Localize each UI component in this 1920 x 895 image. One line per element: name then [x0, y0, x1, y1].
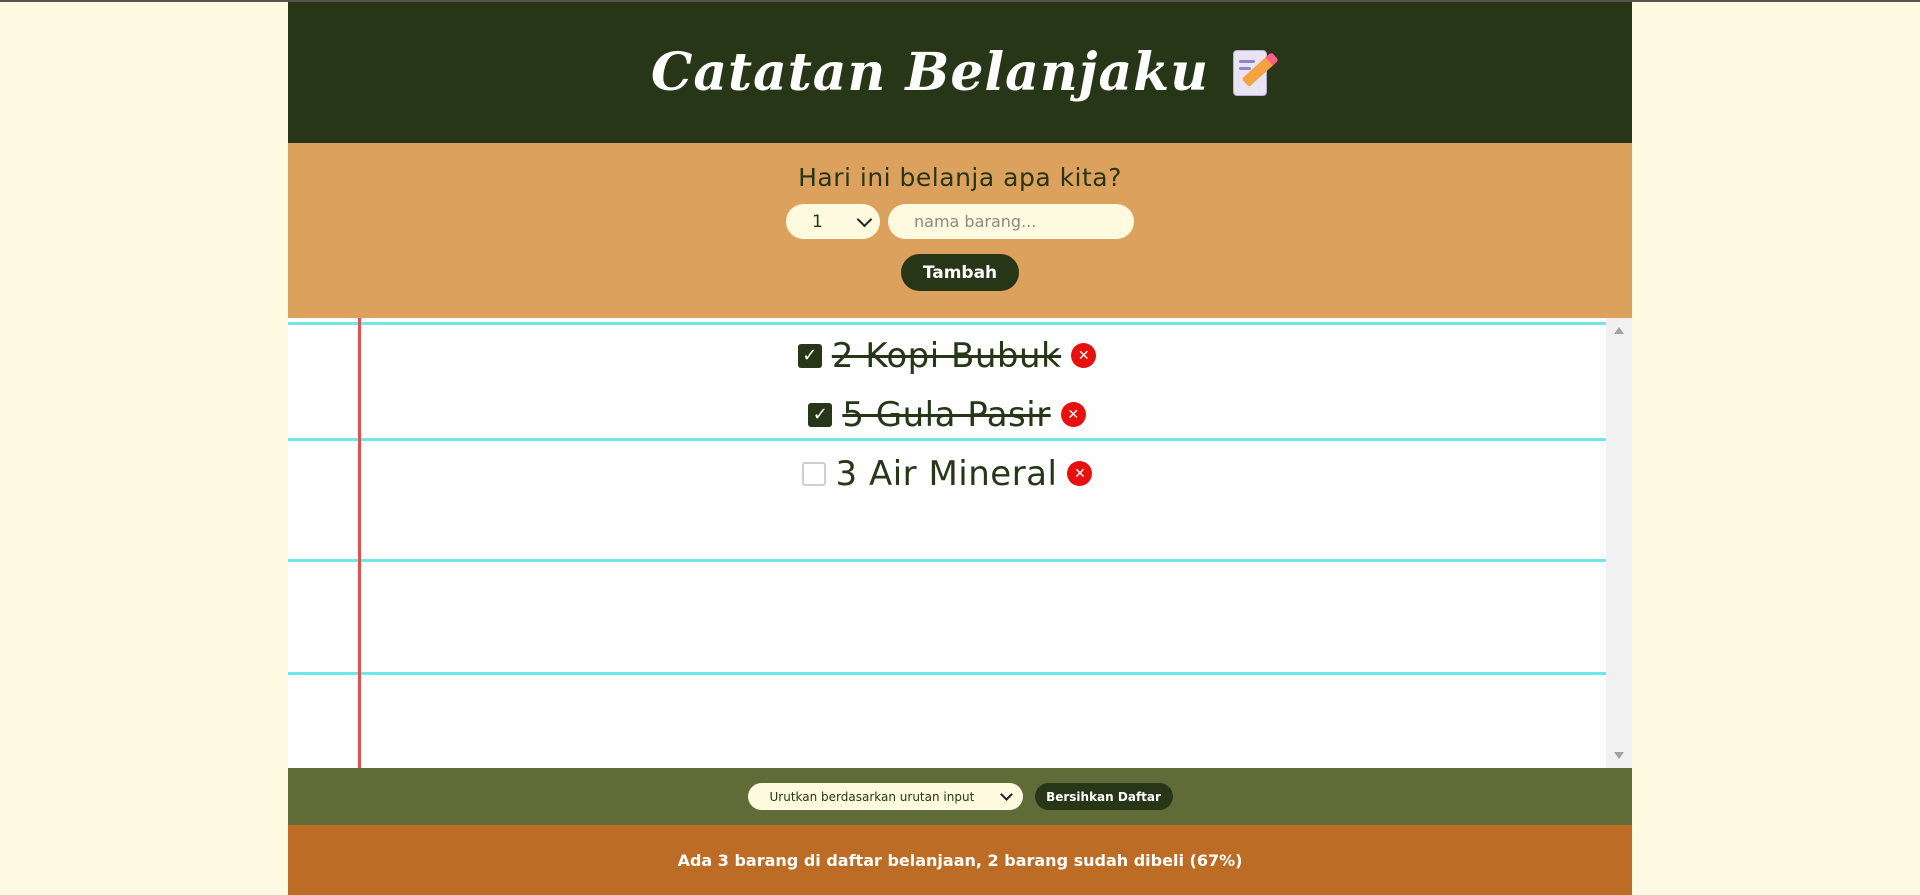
item-label: 2 Kopi Bubuk: [831, 335, 1062, 376]
title-text: Catatan Belanjaku: [650, 42, 1210, 103]
list-item: ✓ 5 Gula Pasir ✕: [808, 385, 1086, 444]
item-checkbox[interactable]: ✓: [797, 343, 822, 368]
item-checkbox[interactable]: ✓: [808, 402, 833, 427]
form-prompt: Hari ini belanja apa kita?: [798, 163, 1122, 192]
delete-icon[interactable]: ✕: [1071, 343, 1097, 368]
delete-icon[interactable]: ✕: [1067, 461, 1093, 486]
item-name-placeholder: nama barang...: [914, 212, 1037, 231]
add-button[interactable]: Tambah: [901, 254, 1019, 291]
input-row: 1 nama barang...: [786, 204, 1134, 239]
add-item-form: Hari ini belanja apa kita? 1 nama barang…: [288, 143, 1632, 318]
delete-icon[interactable]: ✕: [1060, 402, 1086, 427]
shopping-list: ✓ 2 Kopi Bubuk ✕ ✓ 5 Gula Pasir ✕ 3 Air …: [288, 318, 1632, 768]
scroll-up-icon[interactable]: [1614, 327, 1624, 334]
header: Catatan Belanjaku: [288, 2, 1632, 143]
page-title: Catatan Belanjaku: [650, 42, 1275, 103]
memo-icon: [1231, 49, 1275, 96]
sort-select[interactable]: Urutkan berdasarkan urutan input: [747, 783, 1023, 810]
chevron-down-icon: [856, 211, 873, 227]
sort-label: Urutkan berdasarkan urutan input: [769, 789, 975, 804]
quantity-value: 1: [812, 211, 823, 232]
list-item: ✓ 2 Kopi Bubuk ✕: [797, 326, 1097, 385]
item-list: ✓ 2 Kopi Bubuk ✕ ✓ 5 Gula Pasir ✕ 3 Air …: [288, 326, 1606, 503]
item-label: 3 Air Mineral: [835, 453, 1058, 494]
paper-line: [288, 322, 1606, 325]
list-item: 3 Air Mineral ✕: [801, 444, 1093, 503]
stats-footer: Ada 3 barang di daftar belanjaan, 2 bara…: [288, 825, 1632, 895]
item-checkbox[interactable]: [801, 461, 826, 486]
clear-list-button[interactable]: Bersihkan Daftar: [1034, 783, 1173, 810]
list-actions: Urutkan berdasarkan urutan input Bersihk…: [288, 768, 1632, 825]
shopping-app: Catatan Belanjaku Hari ini belanja apa k…: [288, 2, 1632, 895]
quantity-select[interactable]: 1: [786, 204, 880, 239]
paper-line: [288, 672, 1606, 675]
stats-text: Ada 3 barang di daftar belanjaan, 2 bara…: [677, 850, 1243, 870]
scrollbar[interactable]: [1606, 318, 1632, 768]
chevron-down-icon: [999, 788, 1013, 801]
item-name-input[interactable]: nama barang...: [888, 204, 1134, 239]
paper-line: [288, 559, 1606, 562]
item-label: 5 Gula Pasir: [842, 394, 1051, 435]
scroll-down-icon[interactable]: [1614, 752, 1624, 759]
